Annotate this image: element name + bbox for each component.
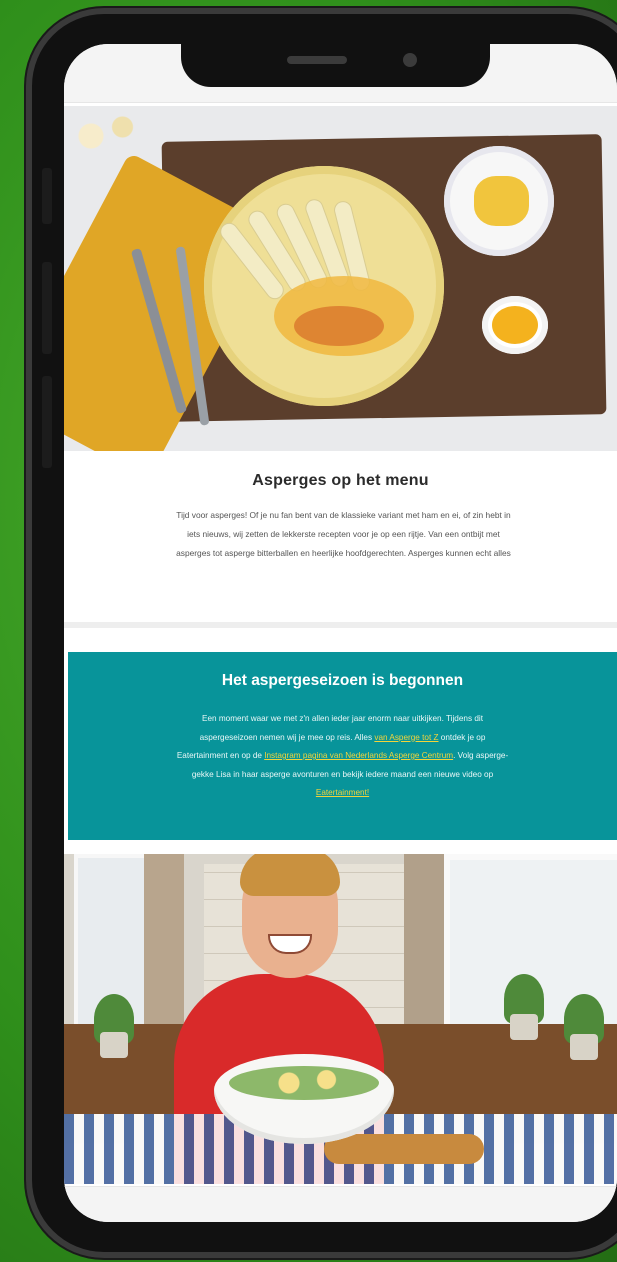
asperge-tot-z-link[interactable]: van Asperge tot Z [374,733,438,742]
front-camera [403,53,417,67]
chef-photo [64,854,617,1184]
section-divider [64,622,617,628]
plant-pot [570,1034,598,1060]
curtain-left [144,854,184,1044]
promo-title: Het aspergeseizoen is begonnen [221,672,464,689]
promo-body: Een moment waar we met z'n allen ieder j… [68,710,617,803]
promo-banner: Het aspergeseizoen is begonnen Een momen… [68,652,617,840]
promo-text: aspergeseizoen nemen wij je mee op reis.… [199,732,375,742]
asparagus-dish-image [64,106,617,451]
article-section: Asperges op het menu Tijd voor asperges!… [64,472,617,563]
chopped-egg [474,176,529,226]
carrot-topping [294,306,384,346]
phone-notch [181,44,490,87]
chef-hair [240,854,340,896]
promo-line: Eatertainment! [76,784,609,803]
hollandaise-sauce [492,306,538,344]
article-line: iets nieuws, wij zetten de lekkerste rec… [187,529,500,539]
article-body: Tijd voor asperges! Of je nu fan bent va… [64,506,617,563]
promo-line: Eatertainment en op de Instagram pagina … [76,747,609,766]
flatbread [324,1134,484,1164]
mute-switch [42,168,52,224]
asparagus-salad [229,1066,379,1100]
promo-text: . Volg asperge- [453,751,509,760]
article-title: Asperges op het menu [252,472,429,489]
speaker-grille [287,56,347,64]
plant-pot [100,1032,128,1058]
promo-line: aspergeseizoen nemen wij je mee op reis.… [76,729,609,748]
instagram-page-link[interactable]: Instagram pagina van Nederlands Asperge … [264,751,453,760]
eatertainment-link[interactable]: Eatertainment! [316,788,369,797]
plant-pot [510,1014,538,1040]
promo-line: Een moment waar we met z'n allen ieder j… [202,714,483,723]
flowers-decoration [64,106,154,166]
page-bottom-strip [64,1186,617,1222]
promo-line: gekke Lisa in haar asperge avonturen en … [191,769,494,779]
promo-text: Eatertainment en op de [176,751,265,760]
volume-down-button [42,376,52,468]
volume-up-button [42,262,52,354]
article-line: asperges tot asperge bitterballen en hee… [176,548,511,558]
phone-screen: Asperges op het menu Tijd voor asperges!… [64,44,617,1222]
article-line: Tijd voor asperges! Of je nu fan bent va… [176,510,511,520]
promo-text: ontdek je op [438,732,486,742]
